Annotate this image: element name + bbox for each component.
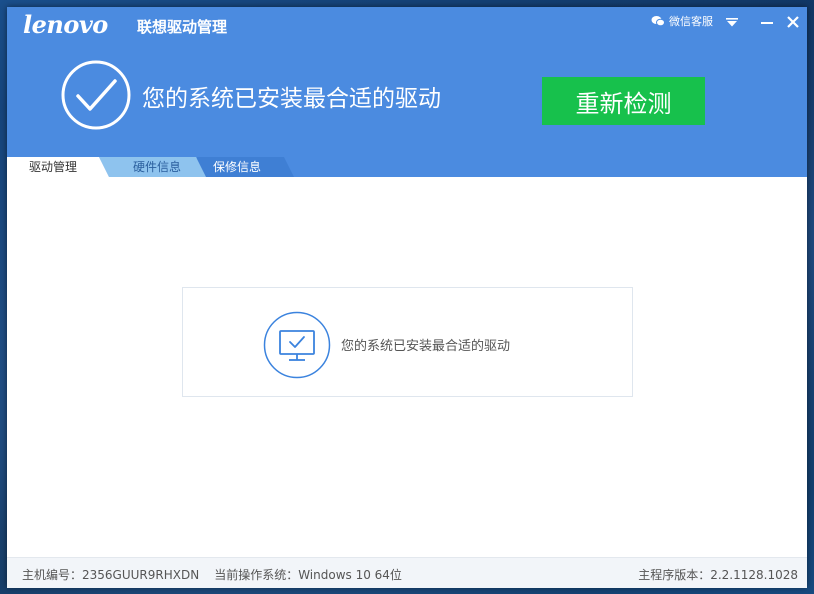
status-panel: 您的系统已安装最合适的驱动 [182, 287, 633, 397]
close-icon [787, 16, 799, 28]
status-title: 您的系统已安装最合适的驱动 [142, 86, 441, 112]
wechat-icon [651, 15, 665, 27]
dropdown-arrow-icon [726, 17, 738, 26]
status-message: 您的系统已安装最合适的驱动 [341, 339, 511, 354]
minimize-button[interactable] [756, 11, 778, 33]
app-window: lenovo 联想驱动管理 微信客服 您的系统已安装最合适的驱动 重新检测 保修… [7, 7, 807, 588]
redetect-button[interactable]: 重新检测 [542, 77, 705, 125]
tab-bar: 保修信息 硬件信息 驱动管理 [7, 157, 807, 177]
machine-id: 主机编号：2356GUUR9RHXDN [22, 568, 200, 582]
minimize-icon [761, 22, 773, 24]
tab-driver-management[interactable]: 驱动管理 [7, 157, 112, 177]
tab-label: 硬件信息 [132, 160, 181, 174]
lenovo-logo: lenovo [23, 10, 108, 39]
checkmark-circle-icon [61, 60, 131, 134]
menu-dropdown-button[interactable] [721, 11, 743, 33]
tab-label: 驱动管理 [28, 160, 77, 174]
close-button[interactable] [782, 11, 804, 33]
status-bar: 主机编号：2356GUUR9RHXDN 当前操作系统：Windows 10 64位… [7, 557, 807, 588]
version-info: 主程序版本：2.2.1128.1028 [638, 568, 798, 582]
footer-info: 主机编号：2356GUUR9RHXDN 当前操作系统：Windows 10 64位 [22, 566, 402, 583]
os-info: 当前操作系统：Windows 10 64位 [214, 568, 402, 582]
monitor-check-icon [263, 311, 331, 383]
header: lenovo 联想驱动管理 微信客服 您的系统已安装最合适的驱动 重新检测 保修… [7, 7, 807, 177]
tab-hardware-info[interactable]: 硬件信息 [99, 157, 209, 177]
app-title: 联想驱动管理 [137, 18, 228, 36]
wechat-service-label: 微信客服 [669, 15, 713, 28]
wechat-service-button[interactable]: 微信客服 [651, 13, 713, 29]
